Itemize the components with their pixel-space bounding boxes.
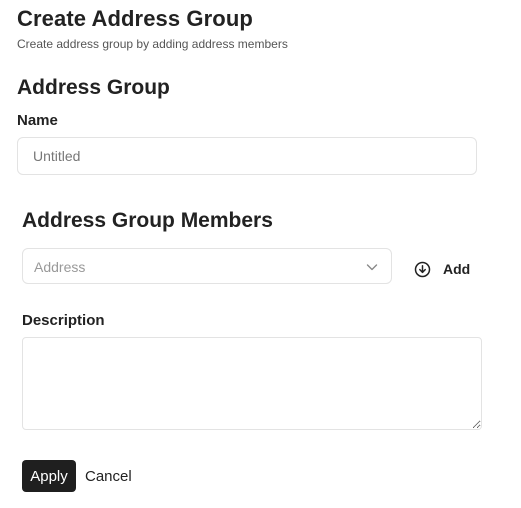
address-group-section-title: Address Group xyxy=(17,76,170,99)
address-select-placeholder: Address xyxy=(34,259,86,275)
address-select[interactable]: Address xyxy=(22,248,392,284)
address-group-members-title: Address Group Members xyxy=(22,209,273,232)
name-label: Name xyxy=(17,112,58,129)
add-member-button[interactable]: Add xyxy=(414,256,470,282)
create-address-group-page: Create Address Group Create address grou… xyxy=(0,0,521,508)
name-input[interactable] xyxy=(17,137,477,175)
description-label: Description xyxy=(22,312,105,329)
page-title: Create Address Group xyxy=(17,6,253,31)
page-subtitle: Create address group by adding address m… xyxy=(17,37,288,51)
circle-arrow-down-icon xyxy=(414,261,431,277)
apply-button[interactable]: Apply xyxy=(22,460,76,492)
description-textarea[interactable] xyxy=(22,337,482,430)
cancel-button[interactable]: Cancel xyxy=(85,460,132,492)
add-member-label: Add xyxy=(443,261,471,277)
chevron-down-icon xyxy=(366,264,378,271)
